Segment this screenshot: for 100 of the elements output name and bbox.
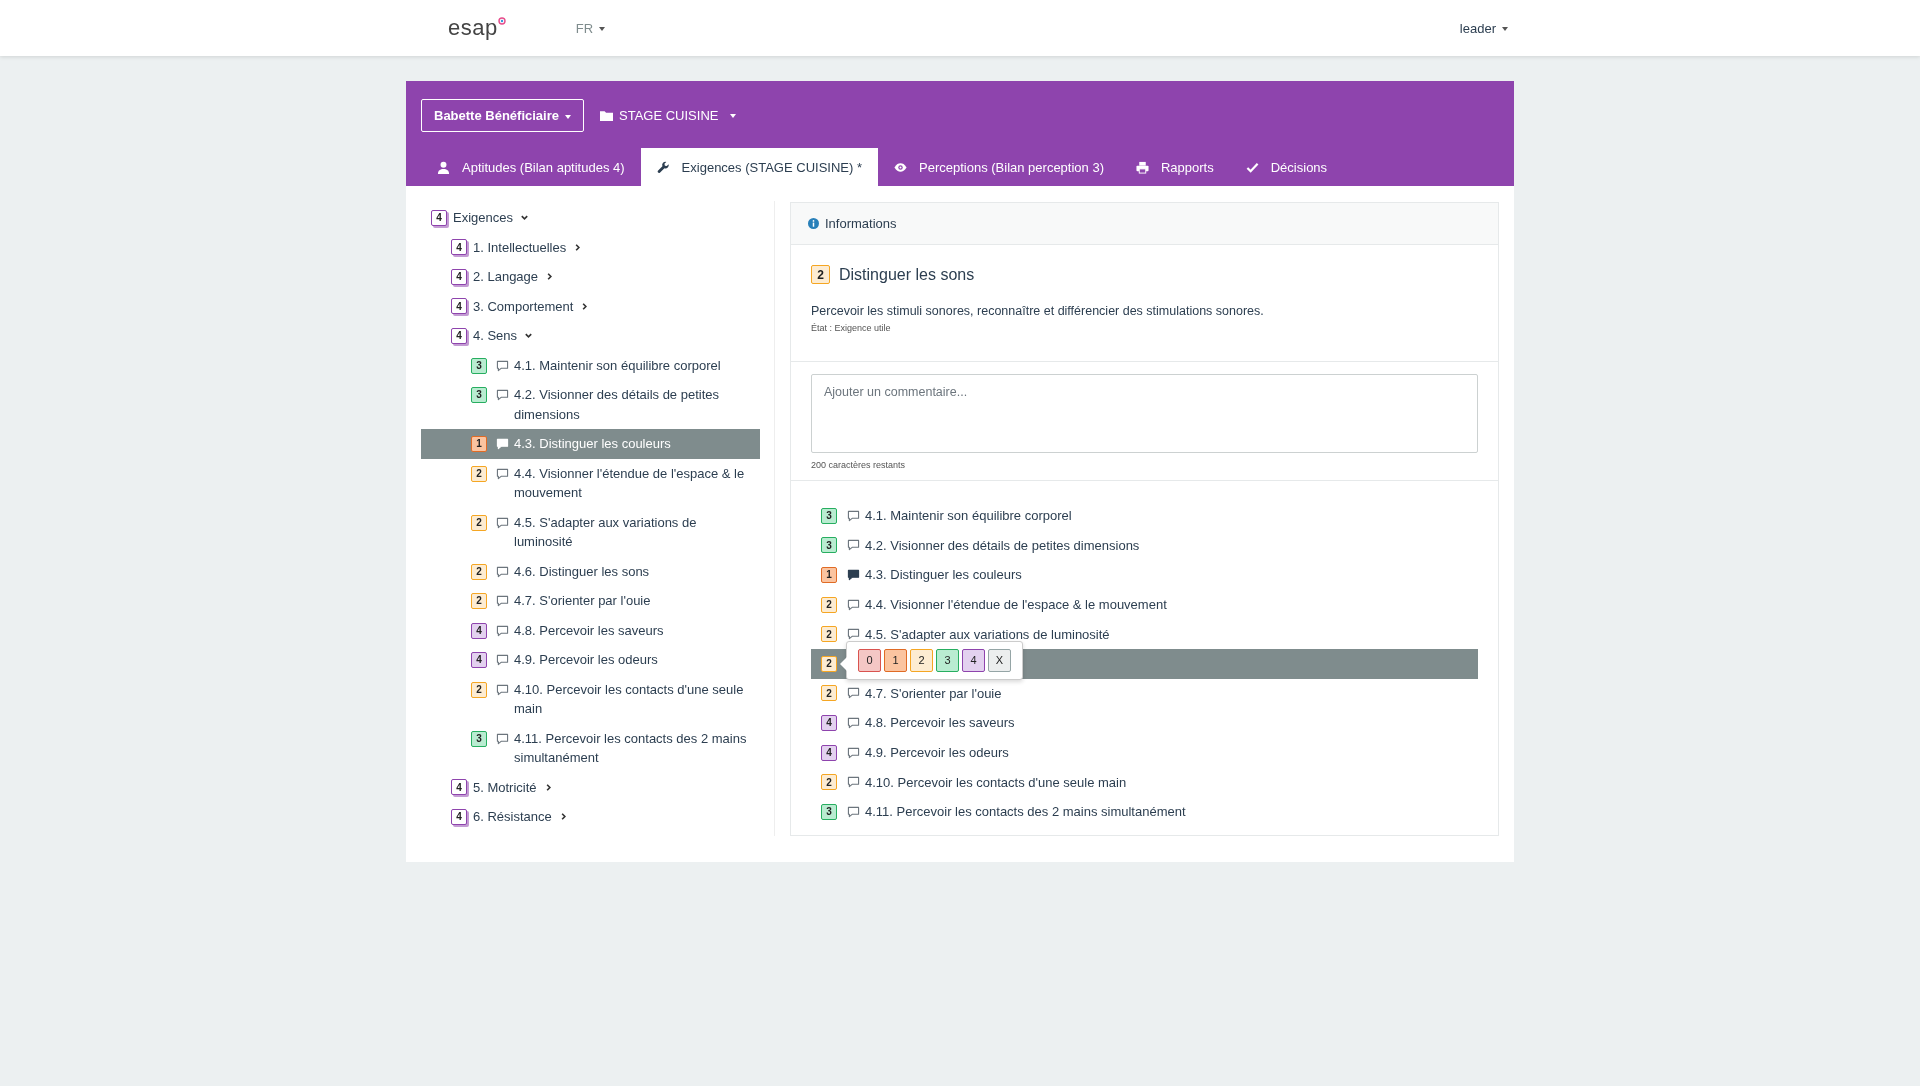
tree-item[interactable]: 4. Sens (473, 328, 518, 344)
tab[interactable]: Rapports (1120, 148, 1230, 186)
tree-item[interactable]: 1. Intellectuelles (473, 239, 567, 255)
tree-leaf-row[interactable]: 2 4.4. Visionner l'étendue de l'espace & le mouvement (421, 458, 760, 508)
score-badge[interactable]: 3 (471, 730, 487, 747)
rating-row[interactable]: 1 4.3. Distinguer les couleurs (811, 560, 1478, 590)
rating-row[interactable]: 2 4.10. Percevoir les contacts d'une seule main (811, 767, 1478, 797)
score-badge[interactable]: 2 (821, 626, 837, 643)
tab[interactable]: Décisions (1229, 148, 1344, 186)
chevron-right-icon[interactable] (580, 301, 590, 311)
tree-leaf-row[interactable]: 2 4.10. Percevoir les contacts d'une seule main (421, 674, 760, 724)
logo[interactable]: esap (448, 15, 506, 41)
logo-dot-icon (497, 17, 506, 25)
score-badge[interactable]: 4 (821, 714, 837, 731)
score-badge[interactable]: 4 (821, 744, 837, 761)
rating-row[interactable]: 4 4.9. Percevoir les odeurs (811, 737, 1478, 768)
score-option[interactable]: 3 (936, 648, 959, 672)
chevron-right-icon[interactable] (573, 242, 583, 252)
comment-icon[interactable] (496, 389, 509, 401)
tree-item-label: 4.10. Percevoir les contacts d'une seule main (514, 680, 745, 718)
comment-icon[interactable] (496, 683, 509, 696)
tab[interactable]: Aptitudes (Bilan aptitudes 4) (421, 148, 641, 186)
score-badge[interactable]: 4 (431, 209, 447, 226)
folder-dropdown[interactable]: STAGE CUISINE (588, 102, 749, 129)
score-badge[interactable]: 4 (451, 268, 467, 285)
score-badge[interactable]: 3 (471, 387, 487, 403)
comment-icon[interactable] (847, 539, 860, 552)
score-badge[interactable]: 2 (821, 596, 837, 613)
score-badge[interactable]: 2 (821, 655, 837, 672)
tab[interactable]: Perceptions (Bilan perception 3) (878, 148, 1120, 186)
tree-leaf-row[interactable]: 2 4.7. S'orienter par l'ouie (421, 586, 760, 616)
score-badge[interactable]: 4 (451, 239, 467, 256)
score-badge[interactable]: 3 (471, 357, 487, 374)
score-option[interactable]: X (988, 648, 1011, 672)
score-badge[interactable]: 4 (451, 808, 467, 825)
comment-icon[interactable] (496, 516, 509, 529)
rating-row[interactable]: 2 4.5. S'adapter aux variations de luminosité (811, 619, 1478, 649)
chevron-right-icon[interactable] (545, 272, 555, 282)
score-badge[interactable]: 4 (451, 327, 467, 344)
score-badge[interactable]: 4 (471, 622, 487, 639)
chevron-down-icon[interactable] (520, 213, 529, 223)
tree-item[interactable]: 5. Motricité (473, 779, 537, 795)
tree-leaf-row[interactable]: 3 4.11. Percevoir les contacts des 2 mains simultanément (421, 723, 760, 773)
tree-leaf-row[interactable]: 3 4.2. Visionner des détails de petites dimensions (421, 380, 760, 429)
comment-icon[interactable] (496, 732, 509, 745)
comment-icon[interactable] (496, 359, 509, 372)
comment-icon[interactable] (847, 805, 860, 818)
score-badge[interactable]: 3 (821, 537, 837, 554)
score-badge[interactable]: 4 (451, 779, 467, 796)
score-badge[interactable]: 4 (471, 652, 487, 668)
comment-icon[interactable] (496, 624, 509, 637)
score-badge[interactable]: 2 (471, 563, 487, 580)
comment-icon[interactable] (847, 687, 860, 700)
tree-item[interactable]: 3. Comportement (473, 298, 574, 314)
tree-leaf-row[interactable]: 4 4.8. Percevoir les saveurs (421, 615, 760, 645)
comment-icon[interactable] (847, 509, 860, 522)
comment-icon[interactable] (847, 569, 860, 581)
tab[interactable]: Exigences (STAGE CUISINE) * (640, 148, 878, 186)
rating-row[interactable]: 3 4.11. Percevoir les contacts des 2 mains simultanément (811, 796, 1478, 827)
tree-leaf-row[interactable]: 4 4.9. Percevoir les odeurs (421, 645, 760, 675)
tree-leaf-row[interactable]: 1 4.3. Distinguer les couleurs (421, 429, 760, 459)
comment-field[interactable]: Ajouter un commentaire... (811, 374, 1478, 453)
score-option[interactable]: 4 (962, 648, 985, 672)
rating-row[interactable]: 4 4.8. Percevoir les saveurs (811, 708, 1478, 738)
score-badge[interactable]: 2 (821, 685, 837, 702)
tree-item[interactable]: 6. Résistance (473, 809, 552, 825)
comment-icon[interactable] (496, 467, 509, 480)
tree-leaf-row[interactable]: 2 4.6. Distinguer les sons (421, 556, 760, 586)
tree-leaf-row[interactable]: 3 4.1. Maintenir son équilibre corporel (421, 350, 760, 380)
rating-row[interactable]: 2 4.7. S'orienter par l'ouie (811, 678, 1478, 709)
comment-icon[interactable] (847, 628, 860, 641)
score-badge[interactable]: 1 (821, 567, 837, 583)
comment-icon[interactable] (496, 654, 509, 666)
tree-item[interactable]: 2. Langage (473, 269, 539, 285)
rating-row[interactable]: 3 4.2. Visionner des détails de petites dimensions (811, 530, 1478, 561)
tree-item[interactable]: Exigences (453, 210, 513, 226)
score-badge[interactable]: 3 (821, 507, 837, 524)
score-badge[interactable]: 2 (821, 774, 837, 791)
rating-row[interactable]: 2 4.4. Visionner l'étendue de l'espace & le mouvement (811, 589, 1478, 620)
comment-icon[interactable] (496, 565, 509, 578)
comment-icon[interactable] (847, 746, 860, 759)
score-badge[interactable]: 2 (471, 465, 487, 482)
tree-leaf-row[interactable]: 2 4.5. S'adapter aux variations de luminosité (421, 507, 760, 557)
comment-icon[interactable] (496, 595, 509, 607)
comment-icon[interactable] (847, 598, 860, 611)
score-badge[interactable]: 2 (471, 593, 487, 609)
score-badge[interactable]: 2 (471, 514, 487, 531)
comment-icon[interactable] (847, 776, 860, 789)
score-option[interactable]: 1 (884, 648, 907, 672)
person-dropdown[interactable]: Babette Bénéficiaire (421, 99, 584, 132)
score-badge[interactable]: 3 (821, 803, 837, 820)
chevron-down-icon[interactable] (524, 331, 534, 341)
score-badge[interactable]: 2 (471, 681, 487, 698)
score-option[interactable]: 2 (910, 648, 933, 672)
score-badge[interactable]: 1 (471, 436, 487, 452)
rating-row[interactable]: 3 4.1. Maintenir son équilibre corporel (811, 501, 1478, 531)
comment-icon[interactable] (847, 716, 860, 729)
score-badge[interactable]: 4 (451, 298, 467, 315)
score-option[interactable]: 0 (858, 648, 881, 672)
user-menu[interactable]: leader (1455, 16, 1512, 40)
